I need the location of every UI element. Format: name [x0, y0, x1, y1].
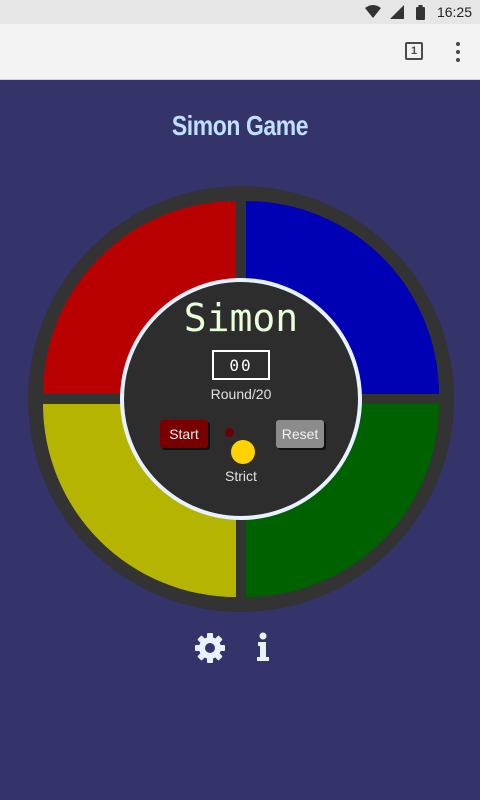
start-button[interactable]: Start — [160, 420, 208, 448]
status-bar: 16:25 — [0, 0, 480, 24]
tab-switcher-button[interactable]: 1 — [405, 42, 423, 60]
status-time: 16:25 — [436, 4, 472, 20]
info-icon[interactable] — [252, 630, 274, 664]
browser-toolbar: 1 — [0, 24, 480, 80]
strict-toggle-button[interactable] — [231, 440, 255, 464]
battery-icon — [413, 4, 429, 20]
round-counter-display: 00 — [212, 350, 270, 380]
signal-icon — [389, 4, 405, 20]
reset-button[interactable]: Reset — [276, 420, 324, 448]
overflow-menu-icon[interactable] — [448, 40, 468, 64]
game-logo-title: Simon — [183, 296, 299, 340]
wifi-icon — [364, 4, 381, 20]
settings-gear-icon[interactable] — [194, 632, 226, 664]
strict-indicator-led — [225, 428, 234, 437]
page-title: Simon Game — [171, 110, 309, 141]
round-label: Round/20 — [210, 386, 272, 402]
strict-label: Strict — [225, 468, 257, 484]
control-panel: Simon 00 Round/20 Start Reset Strict — [120, 278, 362, 520]
simon-board: Simon 00 Round/20 Start Reset Strict — [28, 186, 454, 612]
